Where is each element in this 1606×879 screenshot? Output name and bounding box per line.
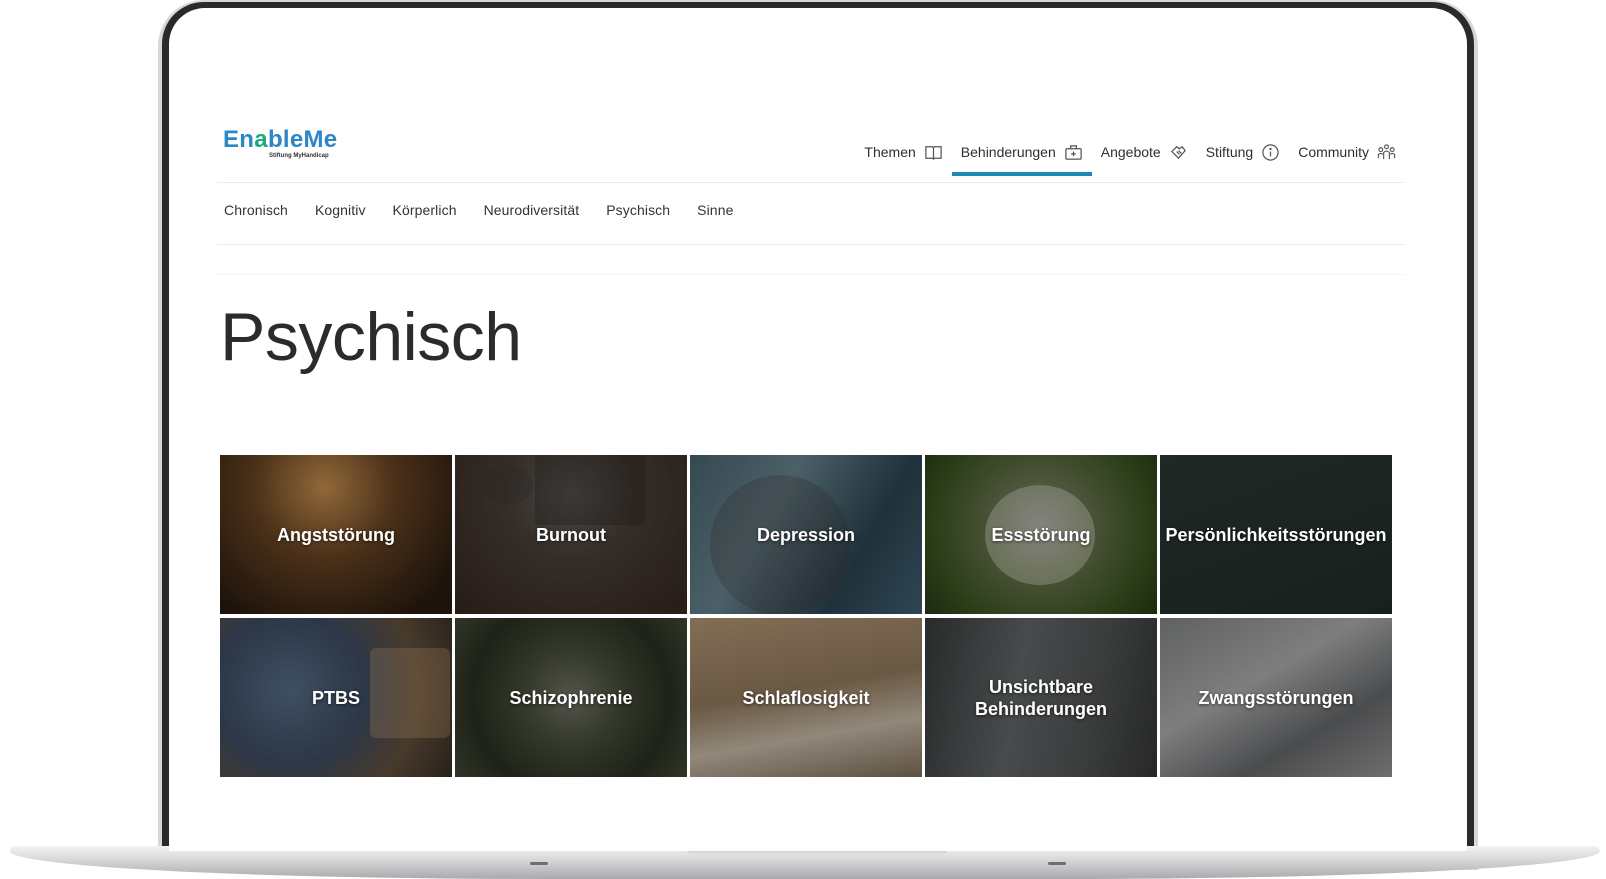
subnav-item-psychisch[interactable]: Psychisch [606, 202, 670, 218]
book-icon [925, 145, 942, 160]
laptop-screen: EnableMe Stiftung MyHandicap Themen Behi… [169, 8, 1467, 851]
subnav-item-neurodiversitaet[interactable]: Neurodiversität [484, 202, 580, 218]
nav-item-themen[interactable]: Themen [855, 132, 951, 172]
laptop-foot [530, 862, 548, 865]
enableme-logo[interactable]: EnableMe Stiftung MyHandicap [223, 126, 353, 166]
tile-schlaflosigkeit[interactable]: Schlaflosigkeit [690, 618, 922, 777]
info-icon [1262, 143, 1279, 161]
tile-image-shape [535, 455, 645, 525]
subnav-item-sinne[interactable]: Sinne [697, 202, 733, 218]
handshake-icon [1170, 145, 1186, 159]
nav-label: Community [1298, 144, 1369, 160]
tile-label: Angststörung [277, 524, 395, 545]
divider [217, 244, 1405, 245]
logo-tagline: Stiftung MyHandicap [269, 153, 329, 159]
tile-label: PTBS [311, 687, 360, 708]
tile-label: Persönlichkeitsstörungen [1165, 524, 1387, 545]
tile-label: Unsichtbare Behinderungen [974, 676, 1107, 719]
page-title: Psychisch [220, 299, 522, 375]
logo-wordmark: EnableMe [223, 126, 338, 153]
category-subnav: Chronisch Kognitiv Körperlich Neurodiver… [224, 202, 760, 218]
nav-label: Themen [864, 144, 916, 160]
main-navigation: Themen Behinderungen Angebote Stiftung C… [855, 132, 1405, 176]
nav-item-stiftung[interactable]: Stiftung [1197, 132, 1289, 172]
nav-label: Behinderungen [960, 144, 1056, 160]
tile-label: Schizophrenie [509, 687, 633, 708]
tile-label: Zwangsstörungen [1198, 687, 1354, 708]
tile-zwangsstoerungen[interactable]: Zwangsstörungen [1160, 618, 1392, 777]
nav-item-angebote[interactable]: Angebote [1092, 132, 1197, 172]
nav-label: Stiftung [1205, 144, 1254, 160]
tile-image-shape [483, 465, 533, 505]
laptop-foot [1048, 862, 1066, 865]
tile-image-shape [370, 648, 450, 738]
nav-label: Angebote [1100, 144, 1161, 160]
nav-item-community[interactable]: Community [1289, 132, 1405, 172]
tile-persoenlichkeitsstoerungen[interactable]: Persönlichkeitsstörungen [1160, 455, 1392, 614]
subnav-item-kognitiv[interactable]: Kognitiv [315, 202, 366, 218]
subnav-item-chronisch[interactable]: Chronisch [224, 202, 288, 218]
nav-item-behinderungen[interactable]: Behinderungen [951, 132, 1092, 176]
tile-depression[interactable]: Depression [690, 455, 922, 614]
divider [217, 274, 1405, 275]
tile-angststoerung[interactable]: Angststörung [220, 455, 452, 614]
tile-unsichtbare-behinderungen[interactable]: Unsichtbare Behinderungen [925, 618, 1157, 777]
subnav-item-koerperlich[interactable]: Körperlich [393, 202, 457, 218]
tile-ptbs[interactable]: PTBS [220, 618, 452, 777]
tile-label: Schlaflosigkeit [742, 687, 870, 708]
tile-essstoerung[interactable]: Essstörung [925, 455, 1157, 614]
tile-label: Depression [756, 524, 856, 545]
divider [217, 182, 1405, 183]
tile-burnout[interactable]: Burnout [455, 455, 687, 614]
medical-case-icon [1065, 144, 1082, 160]
people-icon [1377, 143, 1396, 159]
tile-label: Essstörung [991, 524, 1091, 545]
tile-label: Burnout [536, 524, 606, 545]
topic-tile-grid: Angststörung Burnout Depression Essstöru… [220, 455, 1392, 777]
tile-schizophrenie[interactable]: Schizophrenie [455, 618, 687, 777]
